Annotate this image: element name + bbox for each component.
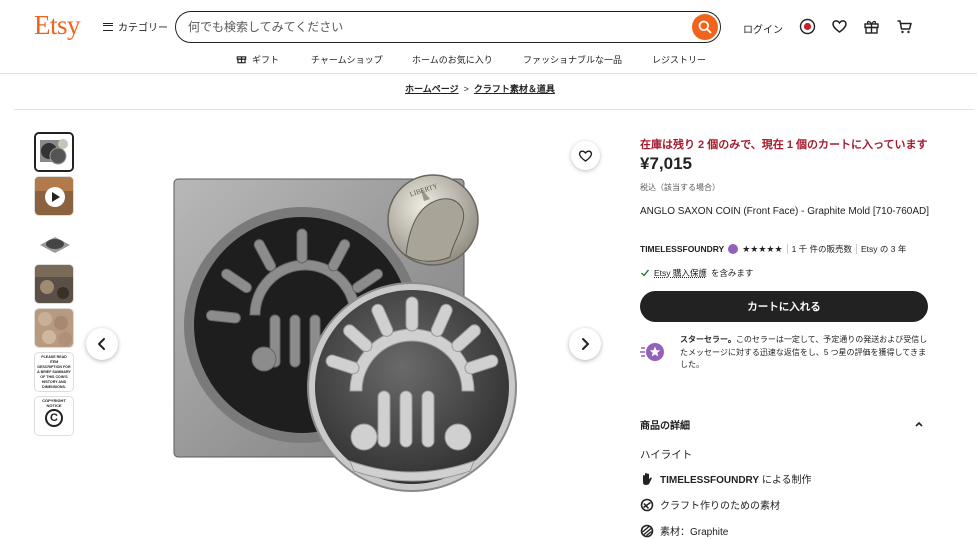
highlight-craft-supply-text: クラフト作りのための素材 [660,501,780,512]
thumbnail-5[interactable] [34,308,74,348]
breadcrumb-separator: > [463,83,469,94]
breadcrumb-home[interactable]: ホームページ [405,82,459,95]
add-to-cart-button[interactable]: カートに入れる [640,291,928,322]
breadcrumb-divider [14,109,974,110]
coins-pile-thumbnail [35,309,73,347]
thumbnail-copyright[interactable]: COPYRIGHT NOTICE C [34,396,74,436]
shop-info: TIMELESSFOUNDRY ★★★★★ 1 千 件の販売数 Etsy の 3… [640,243,906,255]
divider [856,244,858,254]
shop-years: Etsy の 3 年 [861,244,907,254]
chevron-up-icon[interactable] [914,420,924,428]
login-link[interactable]: ログイン [743,21,783,36]
thumbnail-notice[interactable]: PLEASE READ ITEM DESCRIPTION FOR A BRIEF… [34,352,74,392]
highlight-shop-name[interactable]: TIMELESSFOUNDRY [660,475,759,486]
search-bar [175,11,721,43]
highlight-material: 素材：Graphite [640,523,728,538]
categories-label: カテゴリー [118,23,168,34]
target-icon[interactable] [799,18,816,35]
purchase-protection: Etsy 購入保護 を含みます [640,267,753,279]
subnav-charm-shop[interactable]: チャームショップ [311,53,383,66]
menu-icon [103,22,113,31]
gift-icon[interactable] [863,18,880,35]
etsy-logo[interactable]: Etsy [34,10,81,41]
copyright-icon: C [45,409,63,427]
protection-suffix: を含みます [710,268,754,278]
shop-name[interactable]: TIMELESSFOUNDRY [640,244,724,254]
subnav-home-favorites[interactable]: ホームのお気に入り [412,53,493,66]
checkmark-icon [641,269,650,277]
thumbnail-video[interactable] [34,176,74,216]
subnav-gift[interactable]: ギフト [252,53,279,66]
chevron-right-icon [582,338,589,350]
item-details-heading[interactable]: 商品の詳細 [640,417,690,432]
stock-alert: 在庫は残り 2 個のみで、現在 1 個のカートに入っています [640,139,928,151]
thumbnail-3[interactable] [34,220,74,260]
hand-icon [643,472,652,485]
search-button[interactable] [692,14,718,40]
heart-icon[interactable] [831,18,848,35]
breadcrumb: ホームページ > クラフト素材＆道具 [405,82,555,95]
site-header: Etsy カテゴリー ログイン [0,0,977,50]
product-price: ¥7,015 [640,154,692,173]
gift-icon [236,56,247,64]
search-input[interactable] [188,18,688,36]
product-title: ANGLO SAXON COIN (Front Face) - Graphite… [640,206,929,217]
subnav-registry[interactable]: レジストリー [652,53,706,66]
product-main-image: LIBERTY [173,174,517,492]
next-image-button[interactable] [569,328,601,360]
cart-icon[interactable] [896,18,913,35]
heart-icon [578,150,593,162]
mold-thumbnail [35,221,73,259]
subnav-fashionable[interactable]: ファッショナブルな一品 [523,53,622,66]
breadcrumb-category[interactable]: クラフト素材＆道具 [474,82,555,95]
sub-navigation: ギフト チャームショップ ホームのお気に入り ファッショナブルな一品 レジストリ… [0,50,977,72]
header-divider [0,73,977,74]
highlights-heading: ハイライト [640,449,693,461]
material-icon [640,524,654,537]
star-seller-text: スターセラー。このセラーは一定して、予定通りの発送および受信したメッセージに対す… [680,334,930,372]
rating-stars[interactable]: ★★★★★ [742,244,782,255]
highlight-craft-supply: クラフト作りのための素材 [640,497,780,512]
chevron-left-icon [98,338,105,350]
star-seller-title: スターセラー。 [680,335,736,344]
highlight-made-by-text: による制作 [759,475,812,486]
highlight-material-text: 素材：Graphite [660,527,729,538]
categories-button[interactable]: カテゴリー [103,19,168,34]
search-icon [698,20,712,34]
workshop-thumbnail [35,265,73,303]
divider [786,244,788,254]
notice-text: PLEASE READ ITEM DESCRIPTION FOR A BRIEF… [37,355,71,389]
video-thumbnail [35,177,73,215]
highlight-made-by: TIMELESSFOUNDRY による制作 [640,471,812,486]
thumbnail-4[interactable] [34,264,74,304]
tax-note: 税込（該当する場合） [640,183,720,192]
protection-link[interactable]: Etsy 購入保護 [654,267,707,279]
star-seller-badge-icon [728,244,739,254]
add-to-favorites-button[interactable] [571,141,600,170]
coin-mold-thumbnail [36,134,72,170]
craft-supplies-icon [640,498,654,511]
sales-count: 1 千 件の販売数 [791,244,853,254]
copyright-notice-text: COPYRIGHT NOTICE [42,398,66,408]
thumbnail-1[interactable] [34,132,74,172]
star-seller-icon [640,343,664,361]
previous-image-button[interactable] [86,328,118,360]
